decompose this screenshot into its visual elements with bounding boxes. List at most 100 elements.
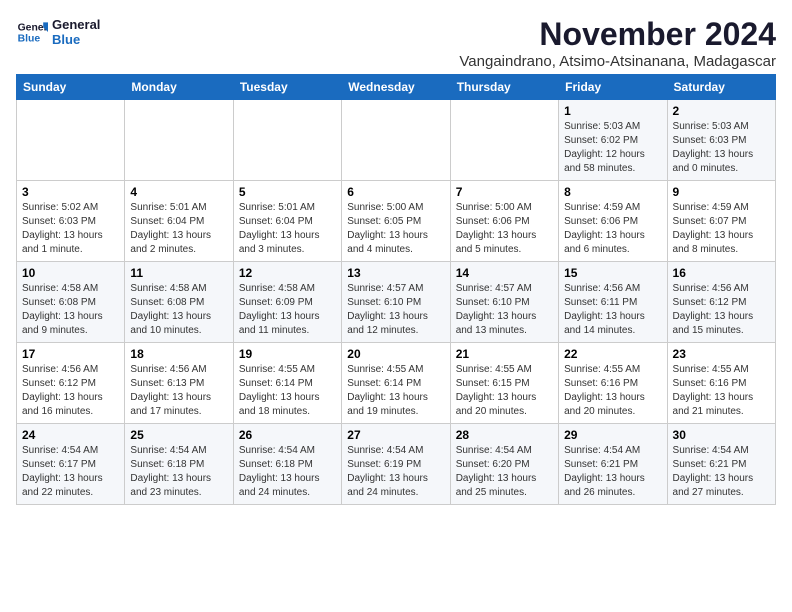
day-number: 2 [673, 104, 770, 118]
calendar-cell: 13 Sunrise: 4:57 AM Sunset: 6:10 PM Dayli… [342, 262, 450, 343]
calendar-cell: 3 Sunrise: 5:02 AM Sunset: 6:03 PM Daylig… [17, 181, 125, 262]
calendar-cell: 27 Sunrise: 4:54 AM Sunset: 6:19 PM Dayli… [342, 424, 450, 505]
day-number: 18 [130, 347, 227, 361]
day-info: Sunrise: 4:56 AM Sunset: 6:12 PM Dayligh… [22, 363, 119, 419]
day-number: 15 [564, 266, 661, 280]
day-info: Sunrise: 5:00 AM Sunset: 6:05 PM Dayligh… [347, 201, 444, 257]
day-number: 4 [130, 185, 227, 199]
day-header-wednesday: Wednesday [342, 75, 450, 100]
day-number: 7 [456, 185, 553, 199]
day-header-friday: Friday [559, 75, 667, 100]
calendar-week-row: 10 Sunrise: 4:58 AM Sunset: 6:08 PM Dayli… [17, 262, 776, 343]
day-number: 28 [456, 428, 553, 442]
day-info: Sunrise: 4:55 AM Sunset: 6:14 PM Dayligh… [239, 363, 336, 419]
day-number: 23 [673, 347, 770, 361]
day-info: Sunrise: 4:54 AM Sunset: 6:18 PM Dayligh… [130, 444, 227, 500]
calendar-cell [342, 100, 450, 181]
day-number: 13 [347, 266, 444, 280]
logo-icon: General Blue [16, 16, 48, 48]
day-info: Sunrise: 4:54 AM Sunset: 6:19 PM Dayligh… [347, 444, 444, 500]
day-info: Sunrise: 4:59 AM Sunset: 6:07 PM Dayligh… [673, 201, 770, 257]
calendar-cell: 7 Sunrise: 5:00 AM Sunset: 6:06 PM Daylig… [450, 181, 558, 262]
day-number: 25 [130, 428, 227, 442]
calendar-cell: 26 Sunrise: 4:54 AM Sunset: 6:18 PM Dayli… [233, 424, 341, 505]
calendar-header-row: SundayMondayTuesdayWednesdayThursdayFrid… [17, 75, 776, 100]
calendar-cell: 11Sunrise: 4:58 AM Sunset: 6:08 PM Dayli… [125, 262, 233, 343]
calendar-cell: 16Sunrise: 4:56 AM Sunset: 6:12 PM Dayli… [667, 262, 775, 343]
calendar-cell: 6Sunrise: 5:00 AM Sunset: 6:05 PM Daylig… [342, 181, 450, 262]
day-info: Sunrise: 5:01 AM Sunset: 6:04 PM Dayligh… [239, 201, 336, 257]
day-number: 26 [239, 428, 336, 442]
day-number: 1 [564, 104, 661, 118]
calendar-cell: 18 Sunrise: 4:56 AM Sunset: 6:13 PM Dayli… [125, 343, 233, 424]
calendar-cell: 23 Sunrise: 4:55 AM Sunset: 6:16 PM Dayli… [667, 343, 775, 424]
day-number: 20 [347, 347, 444, 361]
calendar-cell [233, 100, 341, 181]
logo-line2: Blue [52, 32, 100, 47]
day-header-monday: Monday [125, 75, 233, 100]
calendar-cell: 29Sunrise: 4:54 AM Sunset: 6:21 PM Dayli… [559, 424, 667, 505]
calendar-cell: 24 Sunrise: 4:54 AM Sunset: 6:17 PM Dayli… [17, 424, 125, 505]
subtitle: Vangaindrano, Atsimo-Atsinanana, Madagas… [459, 53, 776, 70]
logo-line1: General [52, 17, 100, 32]
calendar-week-row: 24 Sunrise: 4:54 AM Sunset: 6:17 PM Dayli… [17, 424, 776, 505]
day-info: Sunrise: 4:55 AM Sunset: 6:16 PM Dayligh… [564, 363, 661, 419]
calendar-cell [450, 100, 558, 181]
day-info: Sunrise: 5:00 AM Sunset: 6:06 PM Dayligh… [456, 201, 553, 257]
day-info: Sunrise: 5:03 AM Sunset: 6:02 PM Dayligh… [564, 120, 661, 176]
day-info: Sunrise: 5:02 AM Sunset: 6:03 PM Dayligh… [22, 201, 119, 257]
day-header-sunday: Sunday [17, 75, 125, 100]
day-number: 8 [564, 185, 661, 199]
day-number: 14 [456, 266, 553, 280]
day-info: Sunrise: 4:54 AM Sunset: 6:20 PM Dayligh… [456, 444, 553, 500]
calendar-cell: 25 Sunrise: 4:54 AM Sunset: 6:18 PM Dayli… [125, 424, 233, 505]
calendar-cell: 12 Sunrise: 4:58 AM Sunset: 6:09 PM Dayli… [233, 262, 341, 343]
day-number: 9 [673, 185, 770, 199]
svg-text:Blue: Blue [18, 34, 41, 45]
day-number: 3 [22, 185, 119, 199]
day-info: Sunrise: 4:57 AM Sunset: 6:10 PM Dayligh… [456, 282, 553, 338]
calendar-week-row: 1 Sunrise: 5:03 AM Sunset: 6:02 PM Daylig… [17, 100, 776, 181]
calendar-week-row: 3 Sunrise: 5:02 AM Sunset: 6:03 PM Daylig… [17, 181, 776, 262]
day-number: 27 [347, 428, 444, 442]
calendar-table: SundayMondayTuesdayWednesdayThursdayFrid… [16, 74, 776, 505]
calendar-cell: 5 Sunrise: 5:01 AM Sunset: 6:04 PM Daylig… [233, 181, 341, 262]
logo: General Blue General Blue [16, 16, 100, 48]
day-info: Sunrise: 4:54 AM Sunset: 6:21 PM Dayligh… [564, 444, 661, 500]
day-number: 24 [22, 428, 119, 442]
day-info: Sunrise: 4:58 AM Sunset: 6:08 PM Dayligh… [22, 282, 119, 338]
header: General Blue General Blue November 2024 … [16, 16, 776, 70]
calendar-cell: 1 Sunrise: 5:03 AM Sunset: 6:02 PM Daylig… [559, 100, 667, 181]
day-number: 16 [673, 266, 770, 280]
day-info: Sunrise: 4:55 AM Sunset: 6:14 PM Dayligh… [347, 363, 444, 419]
day-info: Sunrise: 4:55 AM Sunset: 6:15 PM Dayligh… [456, 363, 553, 419]
day-info: Sunrise: 4:58 AM Sunset: 6:09 PM Dayligh… [239, 282, 336, 338]
day-number: 12 [239, 266, 336, 280]
calendar-cell: 10 Sunrise: 4:58 AM Sunset: 6:08 PM Dayli… [17, 262, 125, 343]
day-header-saturday: Saturday [667, 75, 775, 100]
day-info: Sunrise: 4:56 AM Sunset: 6:11 PM Dayligh… [564, 282, 661, 338]
day-info: Sunrise: 4:57 AM Sunset: 6:10 PM Dayligh… [347, 282, 444, 338]
day-number: 10 [22, 266, 119, 280]
main-title: November 2024 [459, 16, 776, 53]
calendar-cell [125, 100, 233, 181]
day-info: Sunrise: 4:55 AM Sunset: 6:16 PM Dayligh… [673, 363, 770, 419]
day-info: Sunrise: 5:01 AM Sunset: 6:04 PM Dayligh… [130, 201, 227, 257]
calendar-cell: 15 Sunrise: 4:56 AM Sunset: 6:11 PM Dayli… [559, 262, 667, 343]
calendar-cell: 14 Sunrise: 4:57 AM Sunset: 6:10 PM Dayli… [450, 262, 558, 343]
day-info: Sunrise: 4:54 AM Sunset: 6:18 PM Dayligh… [239, 444, 336, 500]
day-number: 11 [130, 266, 227, 280]
day-header-tuesday: Tuesday [233, 75, 341, 100]
day-number: 22 [564, 347, 661, 361]
day-info: Sunrise: 4:56 AM Sunset: 6:13 PM Dayligh… [130, 363, 227, 419]
day-info: Sunrise: 4:59 AM Sunset: 6:06 PM Dayligh… [564, 201, 661, 257]
calendar-cell: 20 Sunrise: 4:55 AM Sunset: 6:14 PM Dayli… [342, 343, 450, 424]
day-header-thursday: Thursday [450, 75, 558, 100]
calendar-cell: 8 Sunrise: 4:59 AM Sunset: 6:06 PM Daylig… [559, 181, 667, 262]
calendar-cell: 17Sunrise: 4:56 AM Sunset: 6:12 PM Dayli… [17, 343, 125, 424]
day-number: 21 [456, 347, 553, 361]
day-number: 30 [673, 428, 770, 442]
day-info: Sunrise: 4:54 AM Sunset: 6:17 PM Dayligh… [22, 444, 119, 500]
calendar-week-row: 17Sunrise: 4:56 AM Sunset: 6:12 PM Dayli… [17, 343, 776, 424]
day-number: 5 [239, 185, 336, 199]
